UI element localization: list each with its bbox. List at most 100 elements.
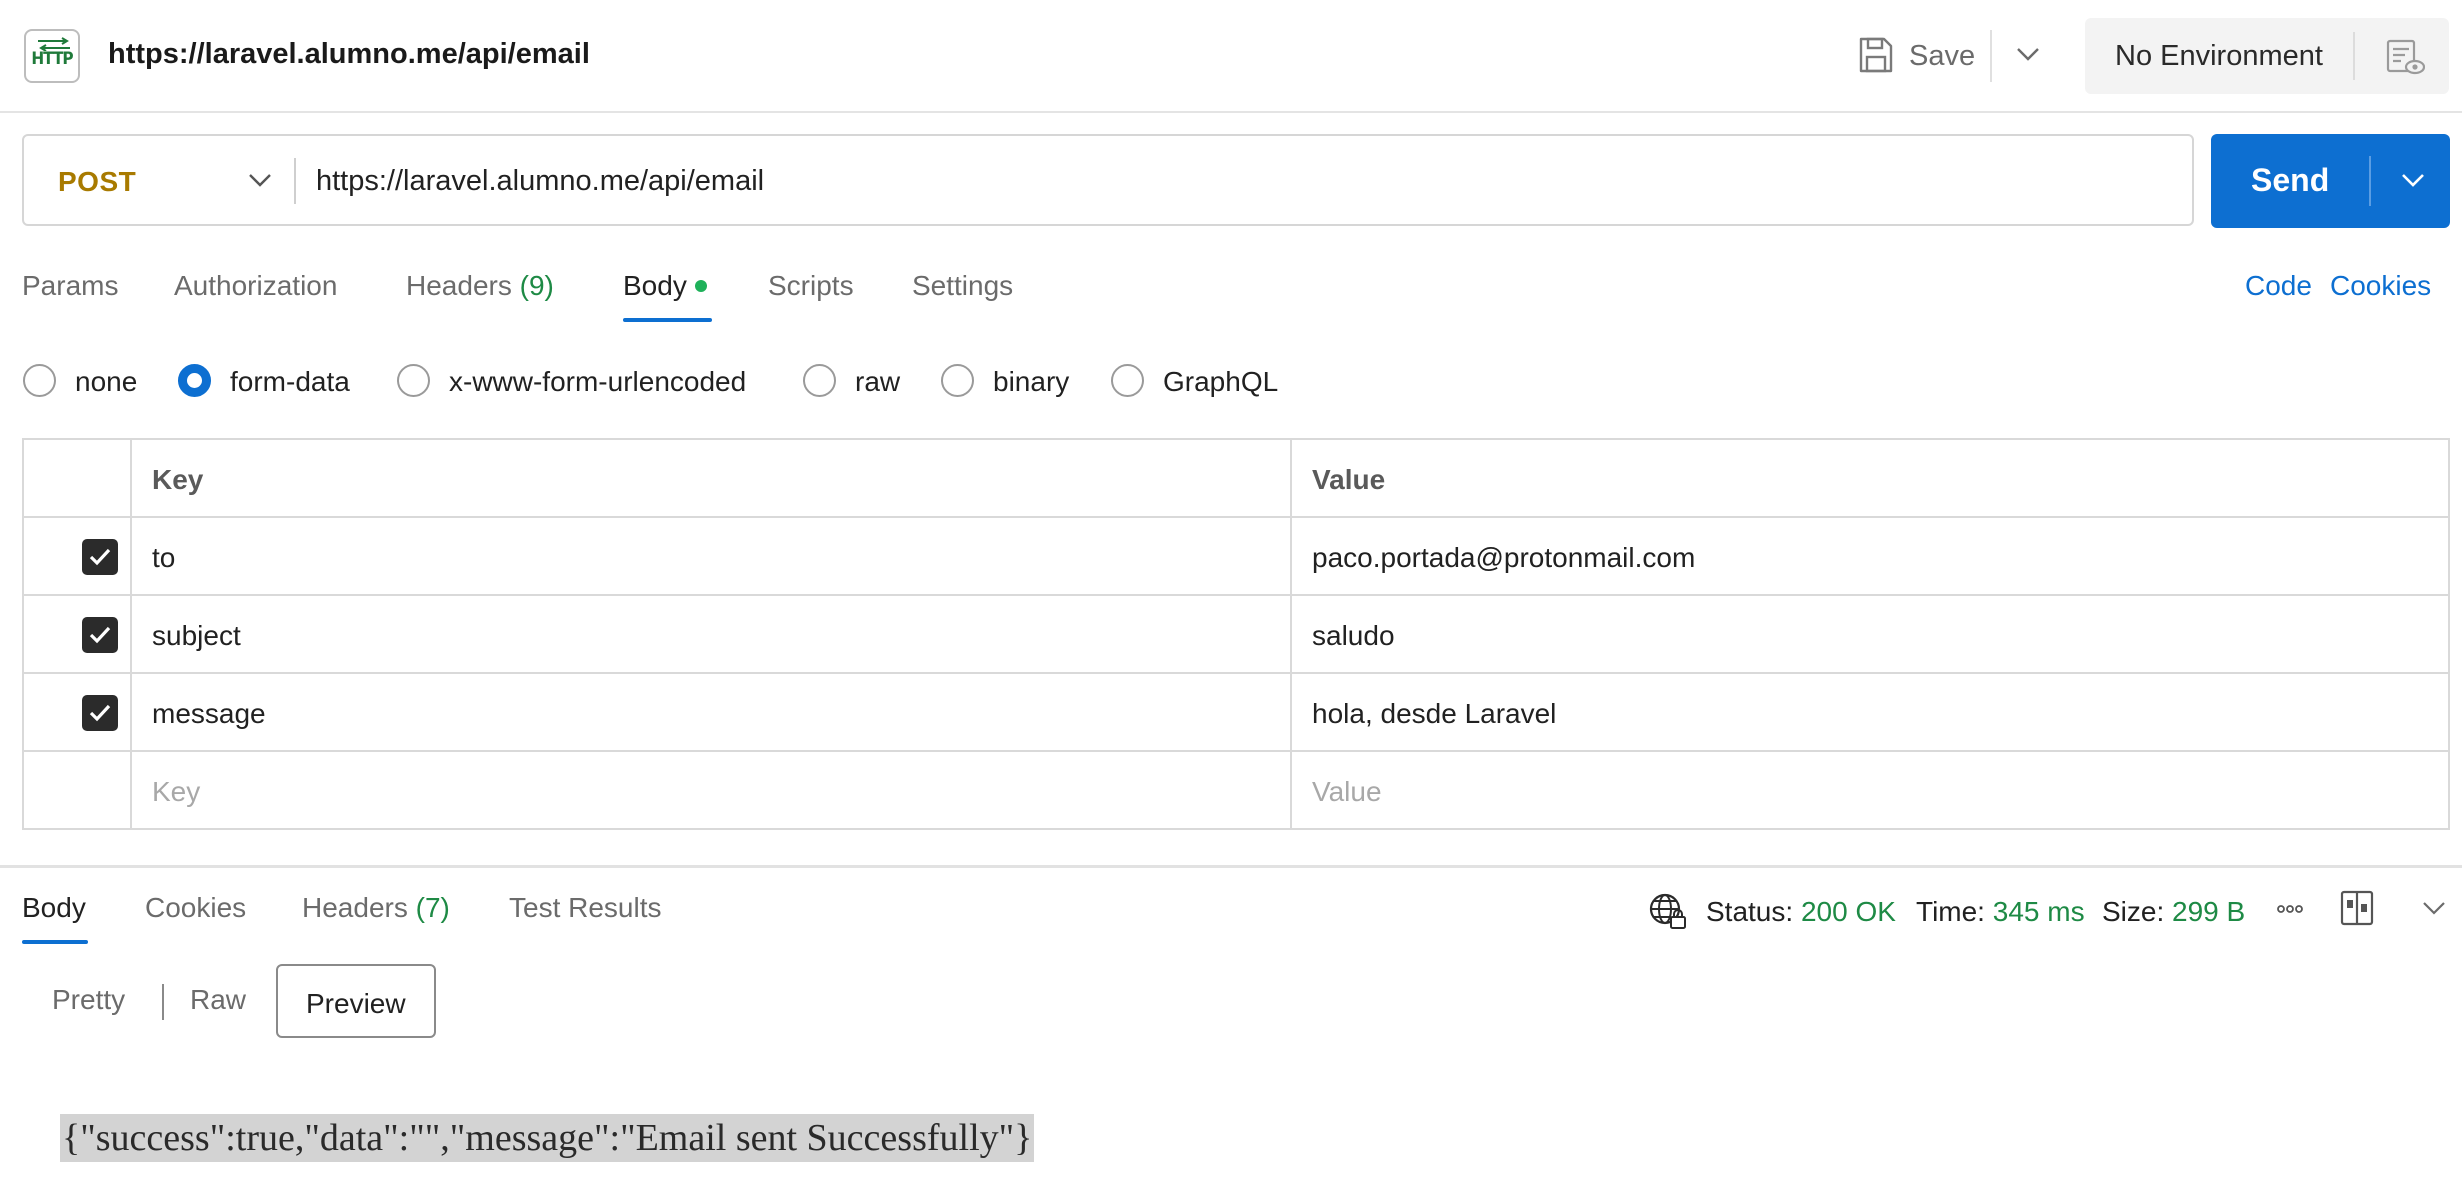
cookies-link[interactable]: Cookies [2330,270,2431,302]
tab-authorization[interactable]: Authorization [174,270,337,302]
tab-settings[interactable]: Settings [912,270,1013,302]
save-icon[interactable] [1858,36,1894,74]
headers-count: (9) [519,270,554,301]
environment-label: No Environment [2115,40,2323,72]
code-link[interactable]: Code [2245,270,2312,302]
save-button[interactable]: Save [1909,40,1975,73]
response-size[interactable]: Size: 299 B [2102,896,2245,928]
radio-label-binary[interactable]: binary [993,366,1069,398]
value-column-header: Value [1312,464,1386,495]
send-button[interactable]: Send [2211,134,2450,228]
row-enabled-checkbox[interactable] [82,617,118,653]
radio-label-x-www-form-urlencoded[interactable]: x-www-form-urlencoded [449,366,746,398]
tab-body[interactable]: Body [623,270,707,302]
table-row: subject saludo [24,596,2448,674]
layout-toggle-icon[interactable] [2340,890,2374,926]
tab-label: Body [623,270,687,301]
radio-form-data[interactable] [178,364,211,397]
radio-x-www-form-urlencoded[interactable] [397,364,430,397]
more-options-icon[interactable] [2276,902,2304,916]
http-badge-text: HTTP [31,49,73,69]
column-divider [130,440,132,828]
tab-label: Headers [406,270,512,301]
table-row: to paco.portada@protonmail.com [24,518,2448,596]
network-globe-icon[interactable] [1648,892,1688,932]
tab-label: Scripts [768,270,854,301]
chevron-down-icon[interactable] [2014,44,2042,64]
time-value: 345 ms [1992,896,2085,927]
body-modified-dot [694,279,707,292]
preview-label: Preview [306,988,406,1019]
check-icon [89,704,111,722]
chevron-down-icon[interactable] [246,170,274,190]
time-label: Time: [1916,896,1985,927]
url-input[interactable] [316,152,2176,210]
tab-label: Authorization [174,270,338,301]
tab-label: Headers [302,892,408,923]
response-resize-handle[interactable] [0,865,2462,868]
tab-label: Test Results [509,892,662,923]
tab-scripts[interactable]: Scripts [768,270,854,302]
check-icon [89,548,111,566]
response-tab-cookies[interactable]: Cookies [145,892,246,924]
radio-label-form-data[interactable]: form-data [230,366,350,398]
tab-label: Params [22,270,119,301]
tab-label: Cookies [145,892,247,923]
headers-count: (7) [415,892,450,923]
radio-label-raw[interactable]: raw [855,366,900,398]
radio-raw[interactable] [803,364,836,397]
send-divider [2369,156,2371,206]
view-preview-button[interactable]: Preview [276,964,436,1038]
response-tab-test-results[interactable]: Test Results [509,892,662,924]
table-header-row: Key Value [24,440,2448,518]
environment-selector[interactable]: No Environment [2085,18,2449,94]
response-time[interactable]: Time: 345 ms [1916,896,2085,928]
active-tab-indicator [623,318,712,322]
value-cell[interactable]: hola, desde Laravel [1312,698,1556,730]
environment-eye-icon[interactable] [2385,38,2425,76]
response-status[interactable]: Status: 200 OK [1706,896,1896,928]
new-row: Key Value [24,752,2448,830]
response-tab-headers[interactable]: Headers (7) [302,892,450,924]
new-value-input[interactable]: Value [1312,776,1382,808]
active-response-tab-indicator [22,940,88,944]
url-bar: POST [22,134,2194,226]
request-header: HTTP https://laravel.alumno.me/api/email… [0,0,2462,113]
tab-headers[interactable]: Headers (9) [406,270,554,302]
table-row: message hola, desde Laravel [24,674,2448,752]
key-cell[interactable]: to [152,542,175,574]
radio-label-none[interactable]: none [75,366,137,398]
url-divider [294,158,296,204]
response-tab-body[interactable]: Body [22,892,86,924]
check-icon [89,626,111,644]
send-label: Send [2251,162,2330,198]
radio-graphql[interactable] [1111,364,1144,397]
tab-label: Settings [912,270,1014,301]
radio-binary[interactable] [941,364,974,397]
request-title[interactable]: https://laravel.alumno.me/api/email [108,38,590,71]
size-value: 299 B [2172,896,2246,927]
new-key-input[interactable]: Key [152,776,200,808]
tab-label: Body [22,892,86,923]
key-cell[interactable]: message [152,698,266,730]
response-preview-text[interactable]: {"success":true,"data":"","message":"Ema… [60,1114,1035,1162]
view-mode-divider [162,984,164,1020]
value-cell[interactable]: paco.portada@protonmail.com [1312,542,1695,574]
value-cell[interactable]: saludo [1312,620,1395,652]
save-divider [1990,30,1992,82]
radio-label-graphql[interactable]: GraphQL [1163,366,1278,398]
status-value: 200 OK [1800,896,1896,927]
method-selector[interactable]: POST [58,166,136,198]
row-enabled-checkbox[interactable] [82,539,118,575]
view-pretty-button[interactable]: Pretty [52,984,125,1016]
environment-divider [2353,32,2355,80]
chevron-down-icon[interactable] [2399,170,2427,190]
view-raw-button[interactable]: Raw [190,984,246,1016]
radio-none[interactable] [23,364,56,397]
tab-params[interactable]: Params [22,270,118,302]
key-cell[interactable]: subject [152,620,241,652]
http-request-icon: HTTP [24,29,80,83]
row-enabled-checkbox[interactable] [82,695,118,731]
status-label: Status: [1706,896,1794,927]
chevron-down-icon[interactable] [2420,898,2448,918]
